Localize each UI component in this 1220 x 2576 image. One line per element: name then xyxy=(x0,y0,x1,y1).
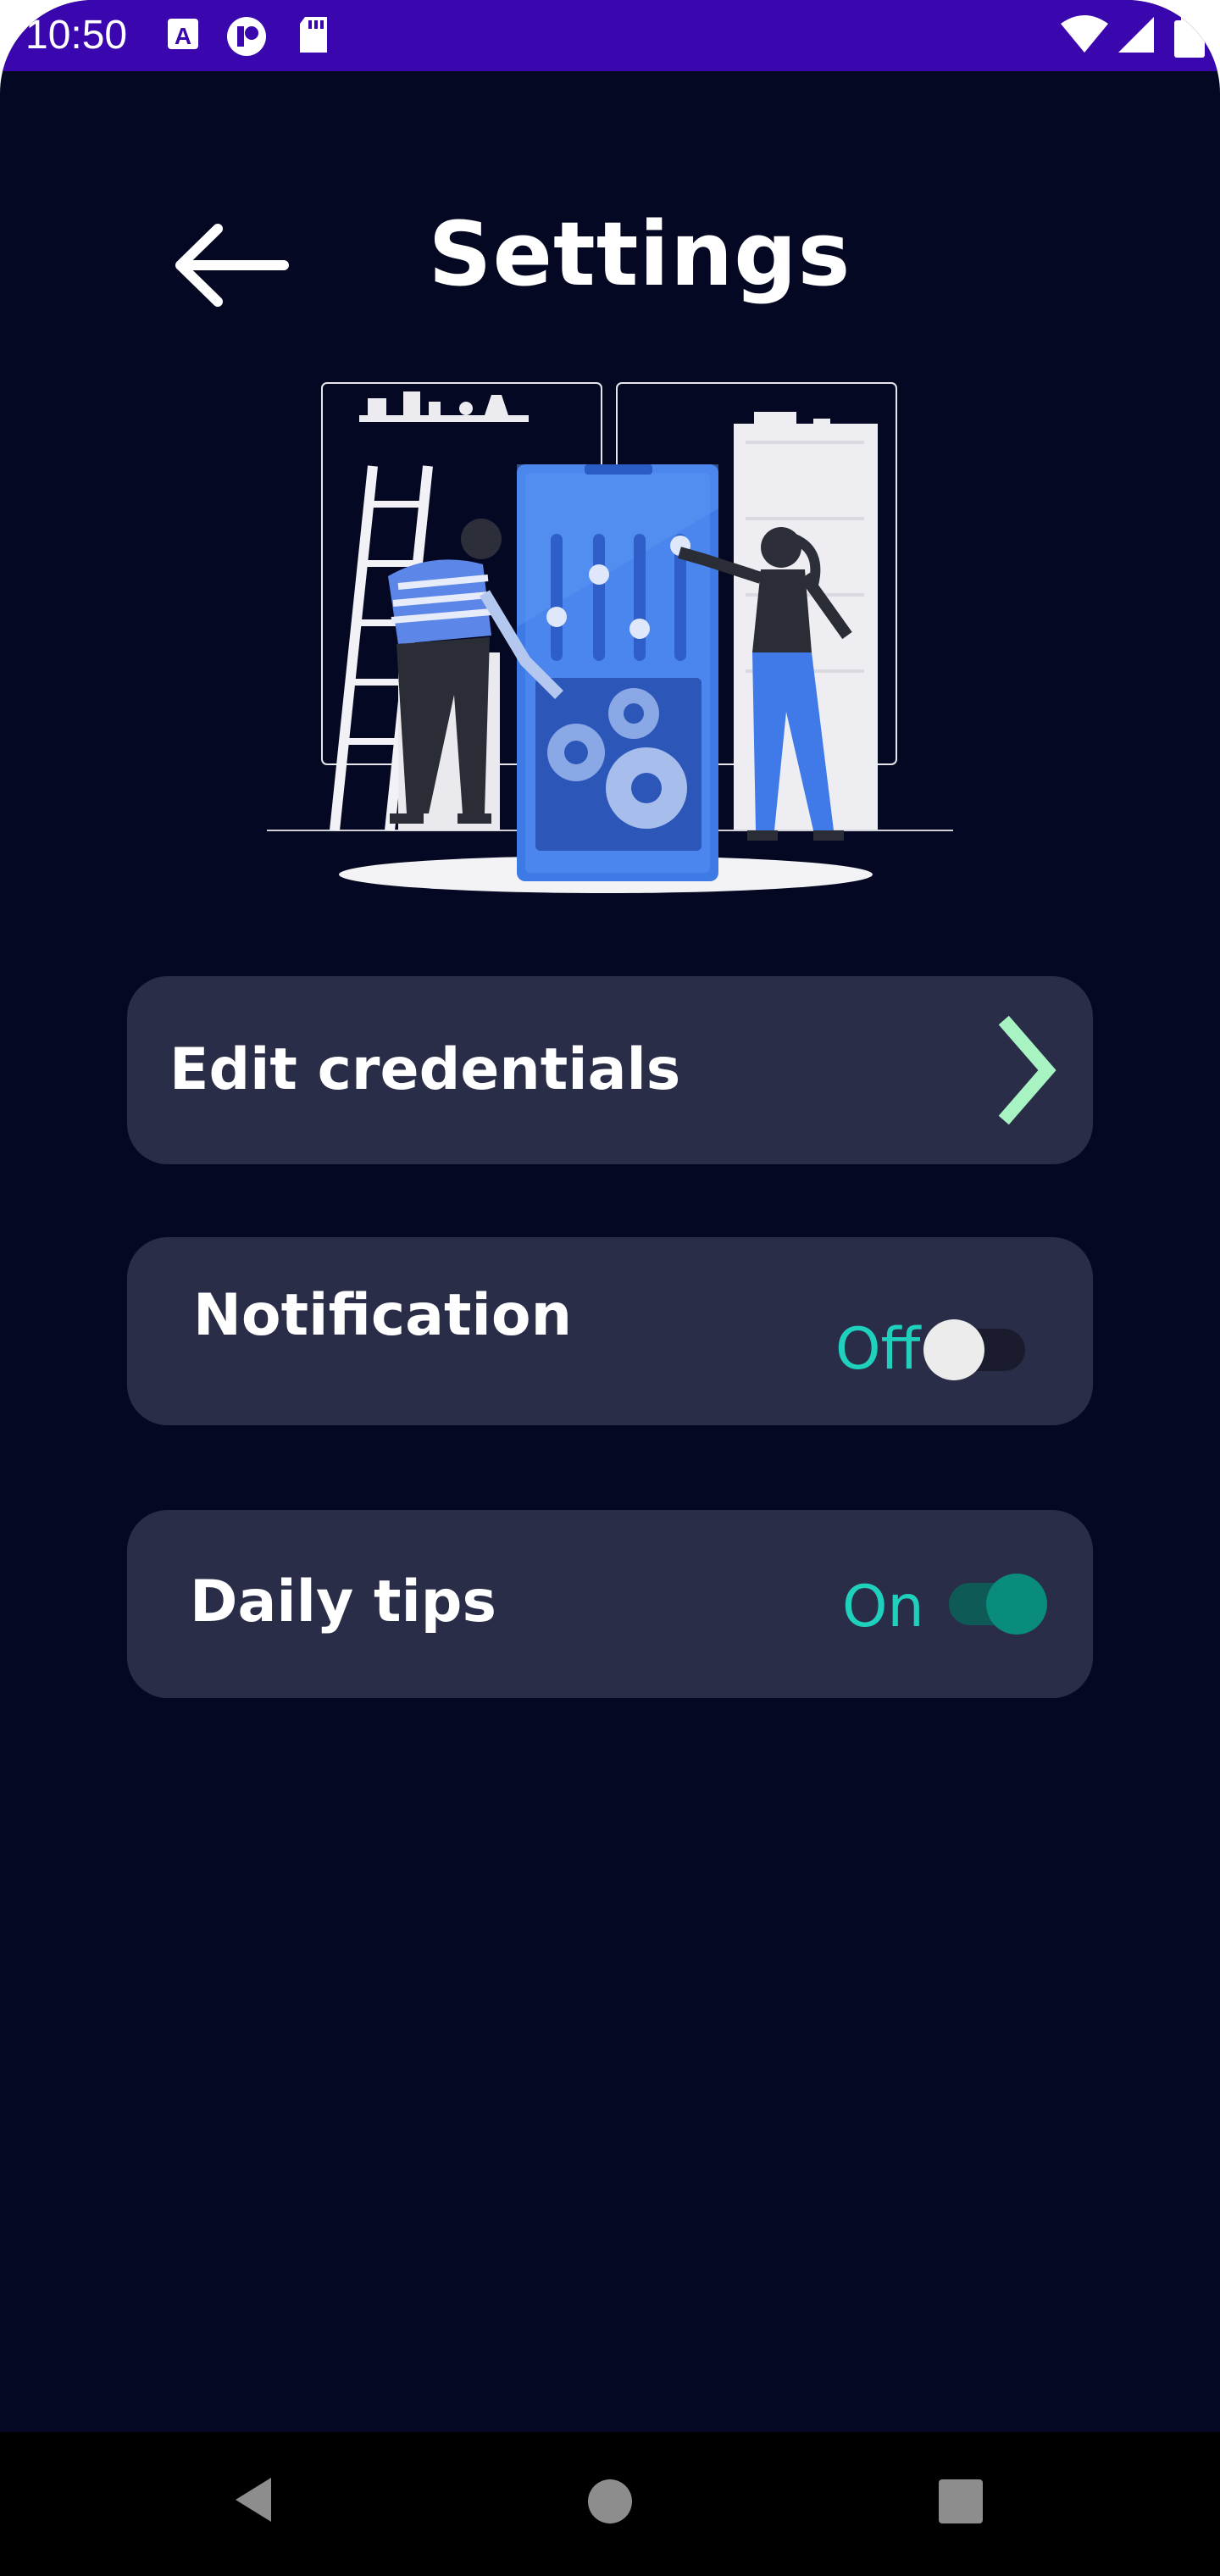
chevron-right-icon xyxy=(991,1015,1068,1130)
daily-tips-row: Daily tips On xyxy=(127,1510,1093,1698)
settings-illustration xyxy=(263,373,966,898)
daily-tips-state-text: On xyxy=(842,1574,924,1641)
recents-square-icon[interactable] xyxy=(937,2478,984,2529)
notification-label: Notification xyxy=(193,1282,572,1349)
battery-icon xyxy=(1173,15,1206,62)
signal-icon xyxy=(1117,15,1156,58)
a-icon: A xyxy=(166,15,200,57)
toggle-thumb xyxy=(986,1574,1047,1635)
notification-toggle[interactable] xyxy=(923,1308,1034,1393)
notification-state-text: Off xyxy=(835,1316,921,1383)
page-title: Settings xyxy=(428,203,851,306)
wifi-icon xyxy=(1059,15,1110,58)
arrow-left-icon xyxy=(165,219,292,316)
status-bar: 10:50 A xyxy=(0,0,1220,71)
daily-tips-label: Daily tips xyxy=(190,1568,496,1635)
sd-card-icon xyxy=(297,15,330,58)
notification-row: Notification Off xyxy=(127,1237,1093,1425)
navigation-bar xyxy=(0,2432,1220,2576)
edit-credentials-row[interactable]: Edit credentials xyxy=(127,976,1093,1164)
daily-tips-toggle[interactable] xyxy=(940,1563,1059,1647)
back-button[interactable] xyxy=(161,212,297,322)
back-triangle-icon[interactable] xyxy=(229,2474,280,2529)
toggle-thumb xyxy=(923,1319,984,1380)
status-time: 10:50 xyxy=(25,13,128,58)
edit-credentials-label: Edit credentials xyxy=(169,1036,681,1103)
settings-screen: 10:50 A Settings Edit credentials Notifi… xyxy=(0,0,1220,2576)
home-circle-icon[interactable] xyxy=(586,2478,634,2529)
badge-icon xyxy=(225,15,268,62)
svg-text:A: A xyxy=(175,23,191,49)
